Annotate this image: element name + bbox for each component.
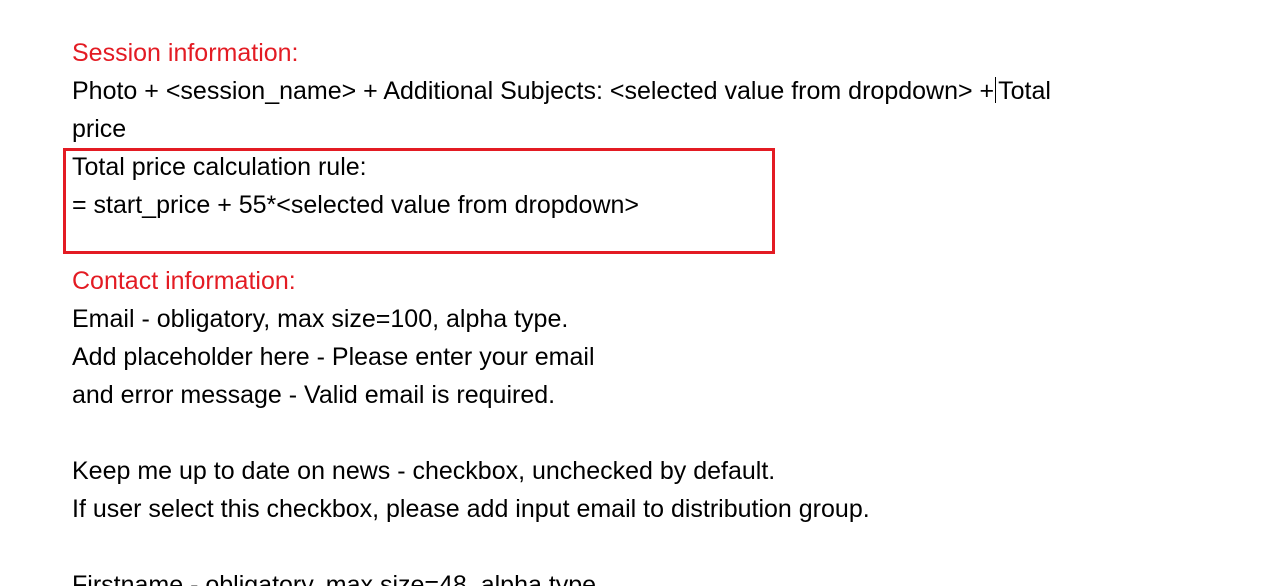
highlight-box [63, 148, 775, 254]
session-format-line-wrap: price [72, 115, 127, 143]
text-cursor [995, 77, 997, 103]
placeholder-line: Add placeholder here - Please enter your… [72, 343, 595, 371]
session-heading: Session information: [72, 39, 299, 67]
document-page: Session information: Photo + <session_na… [0, 0, 1280, 586]
news-checkbox-line: Keep me up to date on news - checkbox, u… [72, 457, 776, 485]
email-line: Email - obligatory, max size=100, alpha … [72, 305, 569, 333]
session-format-line: Photo + <session_name> + Additional Subj… [72, 76, 1051, 106]
firstname-line: Firstname - obligatory, max size=48, alp… [72, 571, 604, 586]
session-format-text-end: Total [998, 77, 1051, 105]
distribution-line: If user select this checkbox, please add… [72, 495, 870, 523]
session-format-text: Photo + <session_name> + Additional Subj… [72, 77, 995, 105]
contact-heading: Contact information: [72, 267, 296, 295]
error-message-line: and error message - Valid email is requi… [72, 381, 556, 409]
